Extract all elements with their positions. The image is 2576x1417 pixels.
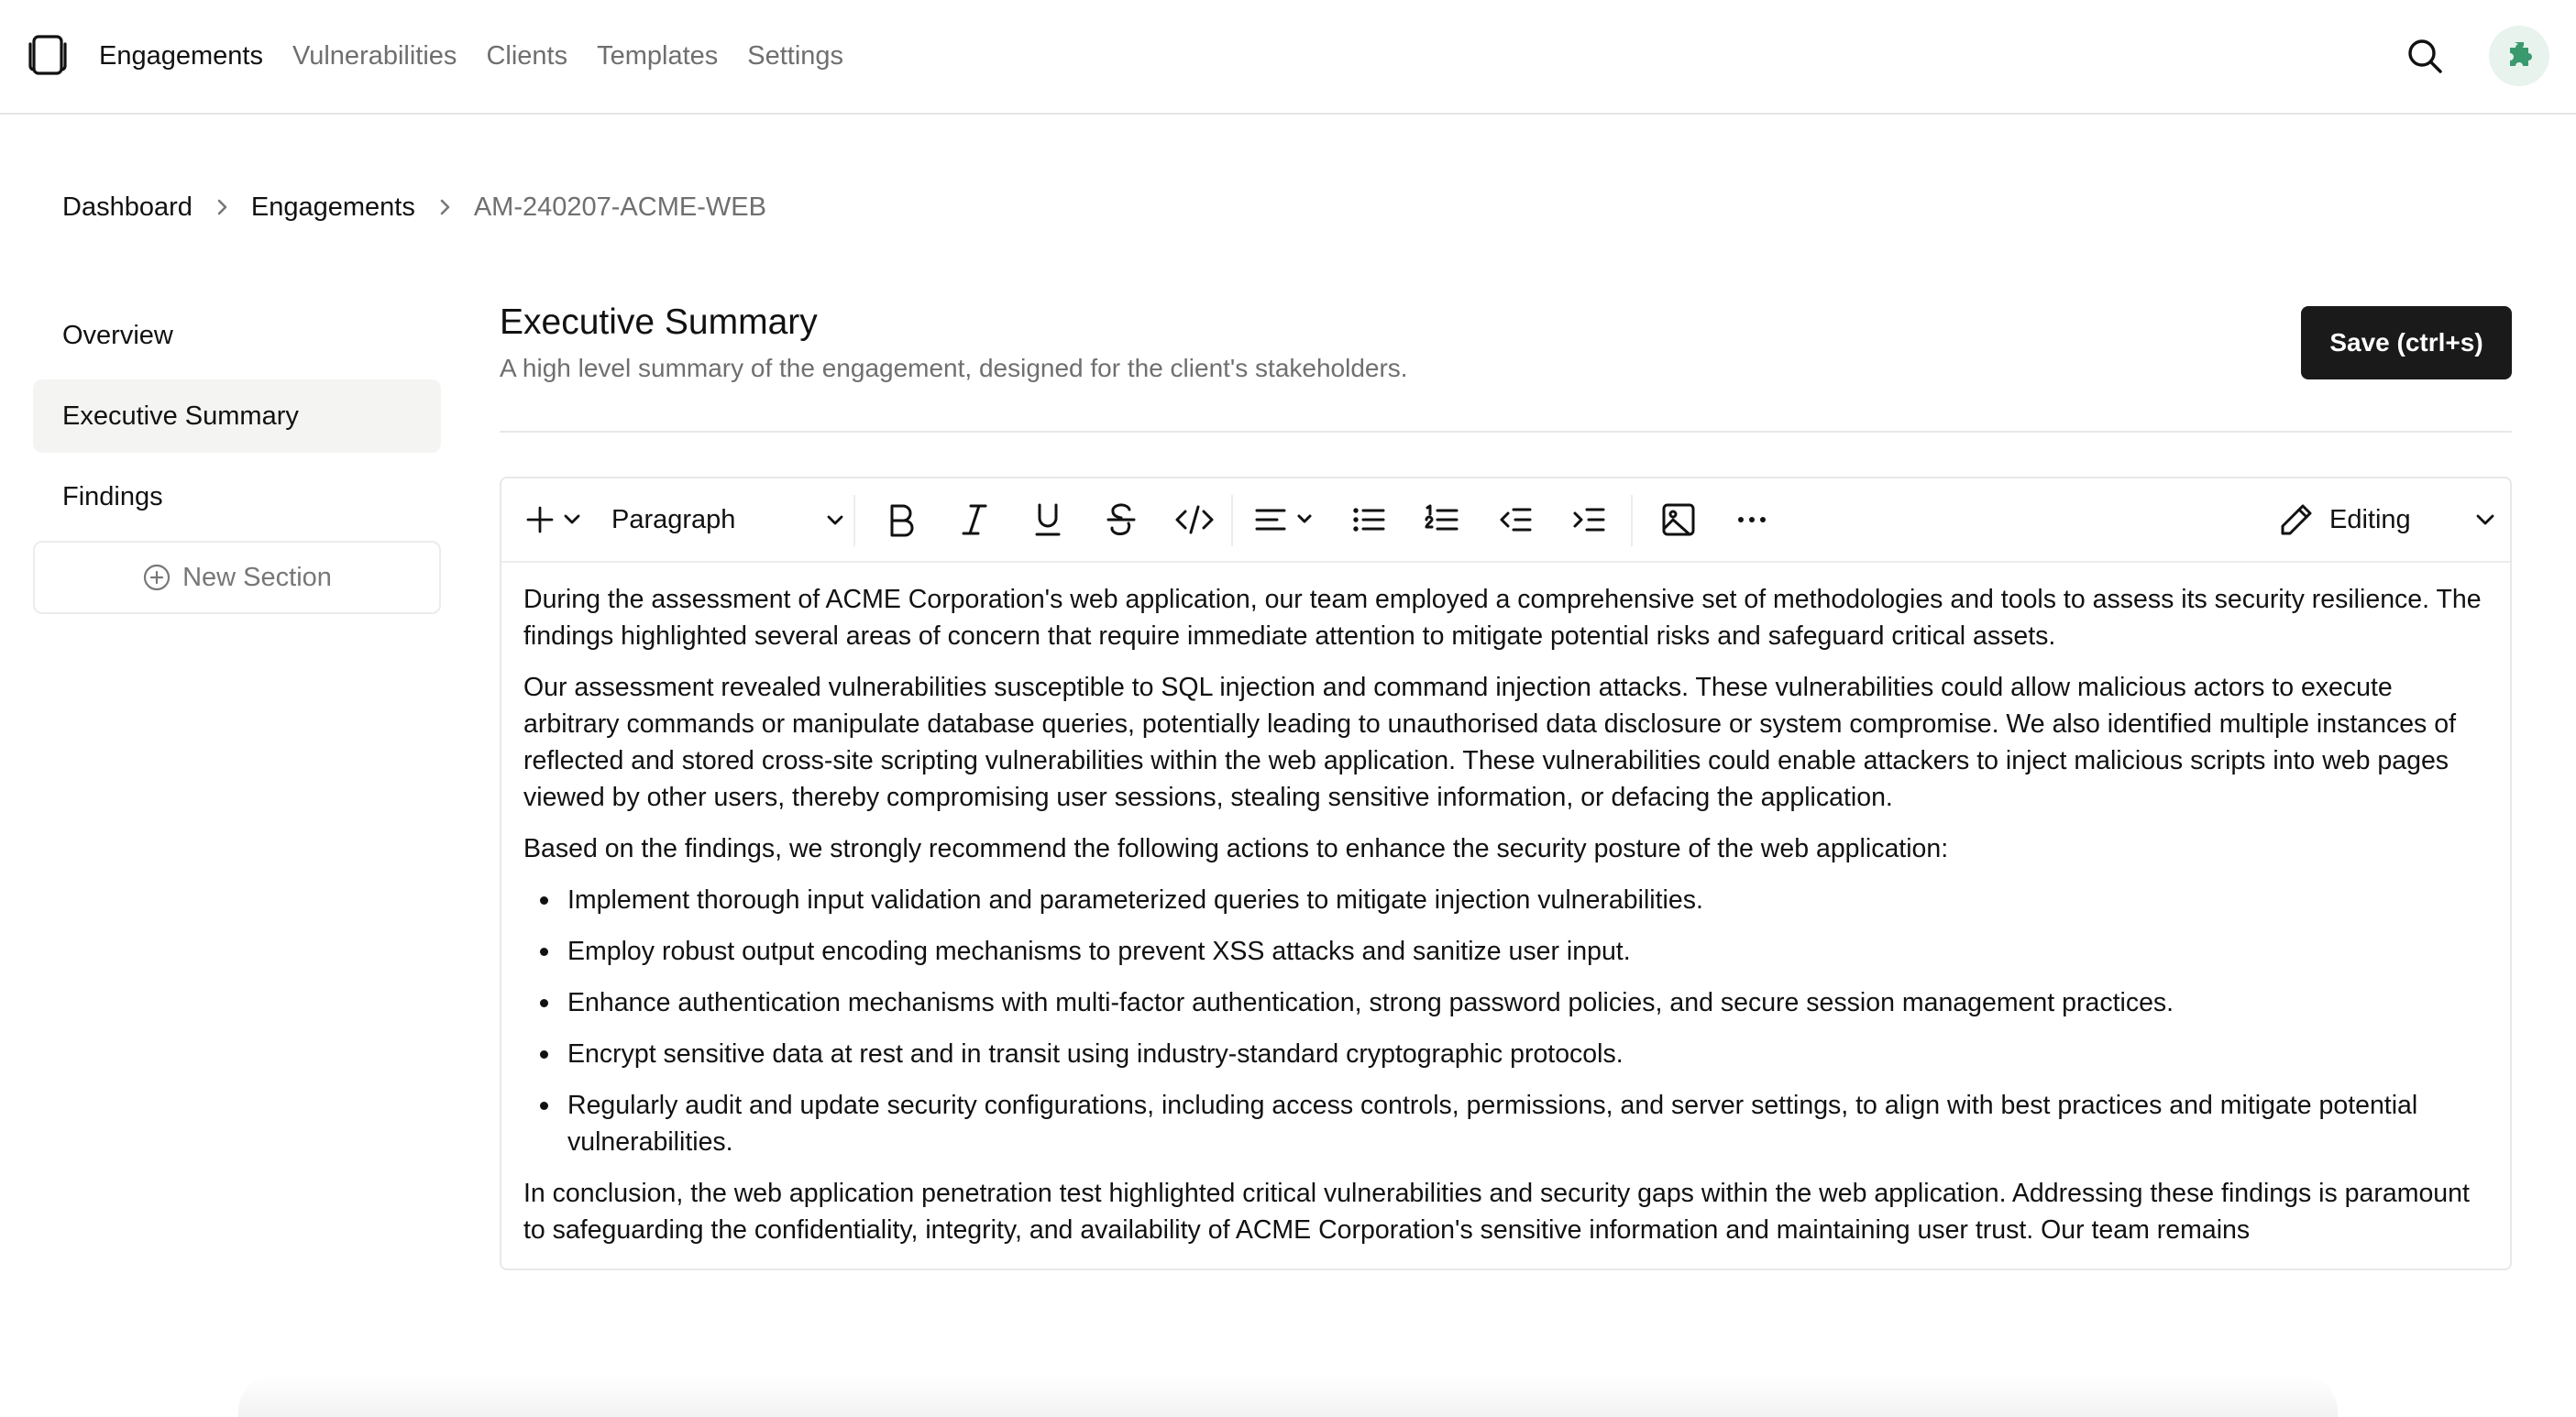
- indent-icon[interactable]: [1561, 497, 1616, 543]
- list-item[interactable]: Enhance authentication mechanisms with m…: [523, 984, 2486, 1021]
- align-icon: [1255, 509, 1286, 531]
- chevron-down-icon: [564, 514, 580, 524]
- nav-link-templates[interactable]: Templates: [597, 41, 718, 71]
- avatar-puzzle-icon: [2510, 42, 2532, 66]
- nav-link-settings[interactable]: Settings: [747, 41, 843, 71]
- app-logo-icon[interactable]: [26, 33, 70, 77]
- section-item-findings[interactable]: Findings: [33, 460, 441, 533]
- outdent-icon[interactable]: [1488, 497, 1543, 543]
- chevron-down-icon: [1297, 514, 1312, 523]
- rich-text-editor: Paragraph Editing During the assessment …: [500, 477, 2512, 1270]
- header-divider: [500, 431, 2512, 433]
- block-type-value: Paragraph: [611, 504, 736, 534]
- paragraph[interactable]: Our assessment revealed vulnerabilities …: [523, 669, 2486, 816]
- list-item[interactable]: Encrypt sensitive data at rest and in tr…: [523, 1036, 2486, 1072]
- editing-mode-label: Editing: [2329, 504, 2411, 534]
- italic-icon[interactable]: [947, 497, 1002, 543]
- insert-dropdown[interactable]: [523, 497, 589, 543]
- nav-link-clients[interactable]: Clients: [486, 41, 567, 71]
- breadcrumb: Dashboard Engagements AM-240207-ACME-WEB: [62, 189, 766, 225]
- more-icon[interactable]: [1724, 497, 1779, 543]
- recommendations-list: Implement thorough input validation and …: [523, 882, 2486, 1160]
- chevron-down-icon: [824, 509, 846, 531]
- editor-toolbar: Paragraph Editing: [501, 478, 2510, 563]
- breadcrumb-dashboard[interactable]: Dashboard: [62, 192, 193, 223]
- chevron-down-icon: [2472, 507, 2498, 533]
- editor-content[interactable]: During the assessment of ACME Corporatio…: [501, 563, 2510, 1248]
- code-icon[interactable]: [1165, 497, 1224, 543]
- list-item[interactable]: Regularly audit and update security conf…: [523, 1087, 2486, 1160]
- search-icon[interactable]: [2404, 35, 2446, 77]
- nav-link-engagements[interactable]: Engagements: [99, 41, 263, 71]
- align-dropdown[interactable]: [1251, 497, 1325, 543]
- save-button[interactable]: Save (ctrl+s): [2301, 306, 2512, 379]
- page-description: A high level summary of the engagement, …: [500, 354, 1408, 382]
- page-title: Executive Summary: [500, 302, 818, 342]
- chevron-right-icon: [415, 189, 474, 225]
- paragraph[interactable]: Based on the findings, we strongly recom…: [523, 830, 2486, 867]
- top-nav: Engagements Vulnerabilities Clients Temp…: [0, 0, 2576, 115]
- paragraph[interactable]: During the assessment of ACME Corporatio…: [523, 581, 2486, 654]
- list-item[interactable]: Implement thorough input validation and …: [523, 882, 2486, 918]
- strikethrough-icon[interactable]: [1094, 497, 1149, 543]
- breadcrumb-engagements[interactable]: Engagements: [251, 192, 415, 223]
- main-nav: Engagements Vulnerabilities Clients Temp…: [99, 0, 843, 113]
- toolbar-separator: [1631, 495, 1633, 546]
- plus-circle-icon: [142, 563, 171, 592]
- list-item[interactable]: Employ robust output encoding mechanisms…: [523, 933, 2486, 970]
- numbered-list-icon[interactable]: [1415, 497, 1470, 543]
- chevron-right-icon: [193, 189, 251, 225]
- avatar[interactable]: [2489, 26, 2549, 86]
- new-section-label: New Section: [182, 562, 332, 592]
- bold-icon[interactable]: [874, 497, 929, 543]
- new-section-button[interactable]: New Section: [33, 541, 441, 614]
- section-nav: Overview Executive Summary Findings New …: [33, 299, 441, 614]
- pencil-icon: [2278, 501, 2315, 538]
- bottom-fade: [238, 1375, 2338, 1417]
- section-item-overview[interactable]: Overview: [33, 299, 441, 372]
- bullet-list-icon[interactable]: [1341, 497, 1396, 543]
- editing-mode-dropdown[interactable]: Editing: [2278, 497, 2498, 543]
- nav-link-vulnerabilities[interactable]: Vulnerabilities: [292, 41, 457, 71]
- block-type-select[interactable]: Paragraph: [611, 497, 852, 543]
- section-item-executive-summary[interactable]: Executive Summary: [33, 379, 441, 453]
- plus-icon: [526, 506, 554, 533]
- paragraph[interactable]: In conclusion, the web application penet…: [523, 1175, 2486, 1248]
- toolbar-separator: [1231, 495, 1233, 546]
- breadcrumb-current: AM-240207-ACME-WEB: [473, 192, 766, 222]
- image-icon[interactable]: [1651, 497, 1706, 543]
- toolbar-separator: [853, 495, 855, 546]
- underline-icon[interactable]: [1020, 497, 1075, 543]
